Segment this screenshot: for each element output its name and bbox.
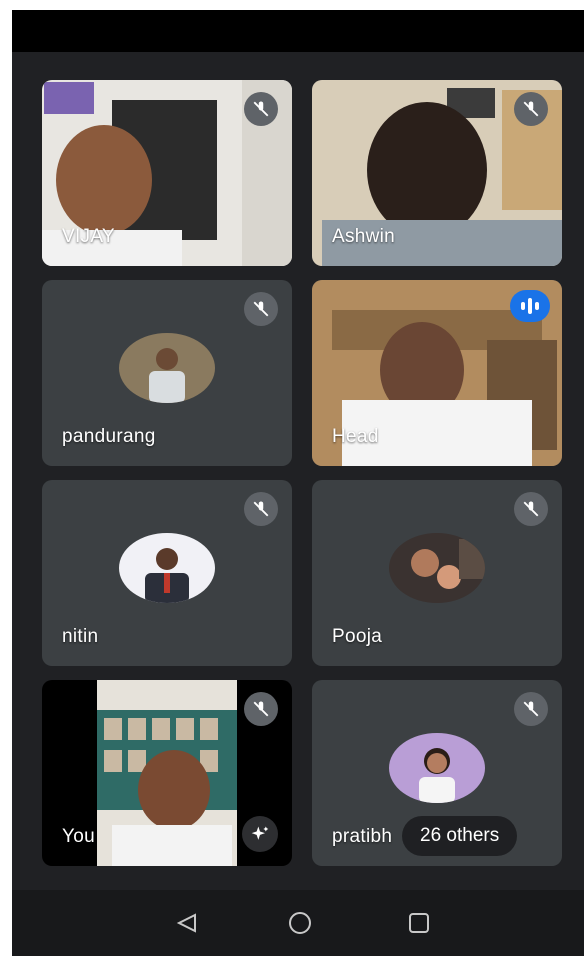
participant-name: You [62,826,95,847]
participant-name: pratibh [332,826,393,847]
avatar [119,533,215,603]
participant-name: VIJAY [62,226,115,247]
participant-name: Head [332,426,379,447]
mic-off-icon [244,492,278,526]
participant-tile-pratibh[interactable]: pratibh 26 others [312,680,562,866]
participant-name: nitin [62,626,99,647]
mic-off-icon [514,492,548,526]
home-circle-icon[interactable] [283,908,317,938]
participant-name: Pooja [332,626,383,647]
participant-tile-pandurang[interactable]: pandurang [42,280,292,466]
participant-tile-you[interactable]: You [42,680,292,866]
sparkle-icon[interactable] [242,816,278,852]
audio-level-icon [510,290,550,322]
avatar [389,533,485,603]
mic-off-icon [244,292,278,326]
android-nav-bar [12,890,584,956]
meeting-screen: VIJAY Ashwin pandurang Head nitin Pooja … [12,10,584,956]
participant-grid: VIJAY Ashwin pandurang Head nitin Pooja … [12,52,584,890]
participant-tile-ashwin[interactable]: Ashwin [312,80,562,266]
participant-tile-pooja[interactable]: Pooja [312,480,562,666]
mic-off-icon [514,92,548,126]
mic-off-icon [244,692,278,726]
mic-off-icon [514,692,548,726]
participant-tile-vijay[interactable]: VIJAY [42,80,292,266]
back-triangle-icon[interactable] [170,908,204,938]
status-bar [12,10,584,52]
participant-name: pandurang [62,426,156,447]
participant-name: Ashwin [332,226,396,247]
avatar [389,733,485,803]
avatar [119,333,215,403]
participant-tile-head[interactable]: Head [312,280,562,466]
others-chip[interactable]: 26 others [402,816,518,856]
participant-tile-nitin[interactable]: nitin [42,480,292,666]
recents-square-icon[interactable] [402,908,436,938]
mic-off-icon [244,92,278,126]
